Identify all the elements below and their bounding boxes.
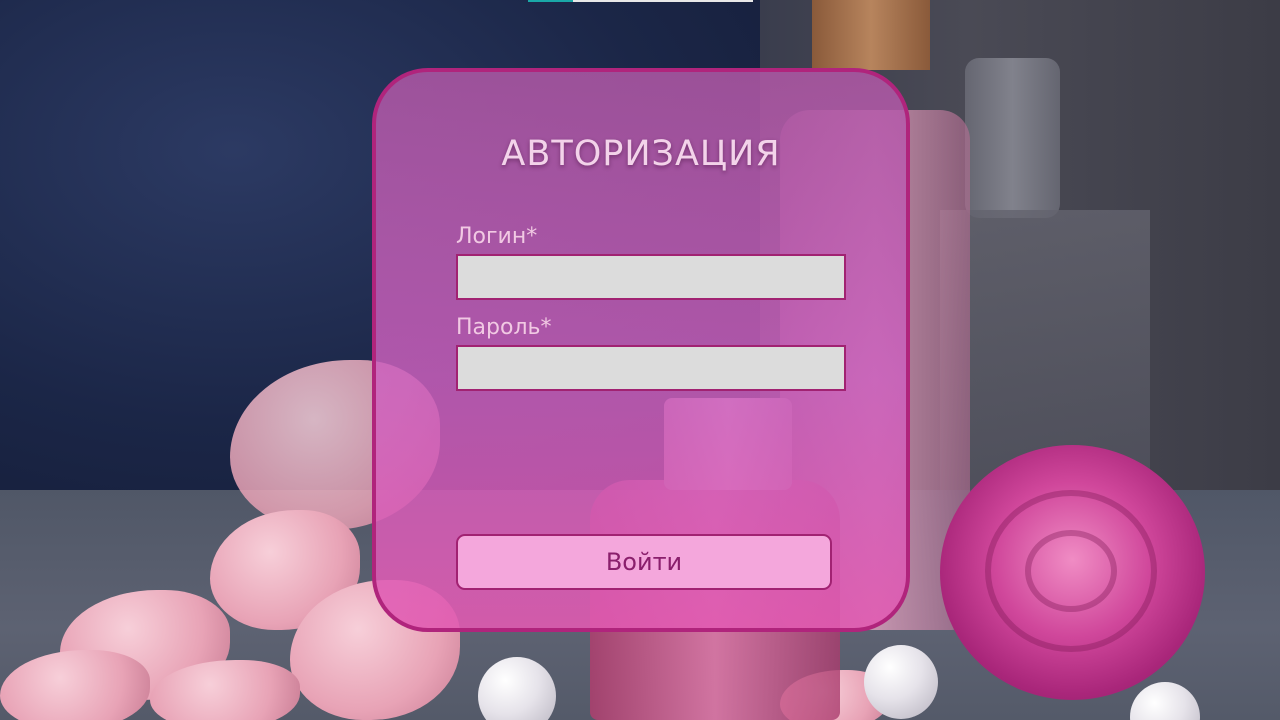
background-cup — [965, 58, 1060, 218]
rose-flower — [940, 445, 1205, 700]
page-title: АВТОРИЗАЦИЯ — [501, 134, 781, 174]
login-input[interactable] — [456, 254, 846, 300]
bottle-cork — [812, 0, 930, 70]
login-button[interactable]: Войти — [456, 534, 832, 590]
password-input[interactable] — [456, 345, 846, 391]
rose-petal-ring — [1025, 530, 1117, 612]
top-strip-accent — [528, 0, 573, 2]
pearl — [864, 645, 938, 719]
login-label: Логин* — [456, 224, 538, 249]
login-card: АВТОРИЗАЦИЯ Логин* Пароль* Войти — [372, 68, 910, 632]
password-label: Пароль* — [456, 315, 552, 340]
